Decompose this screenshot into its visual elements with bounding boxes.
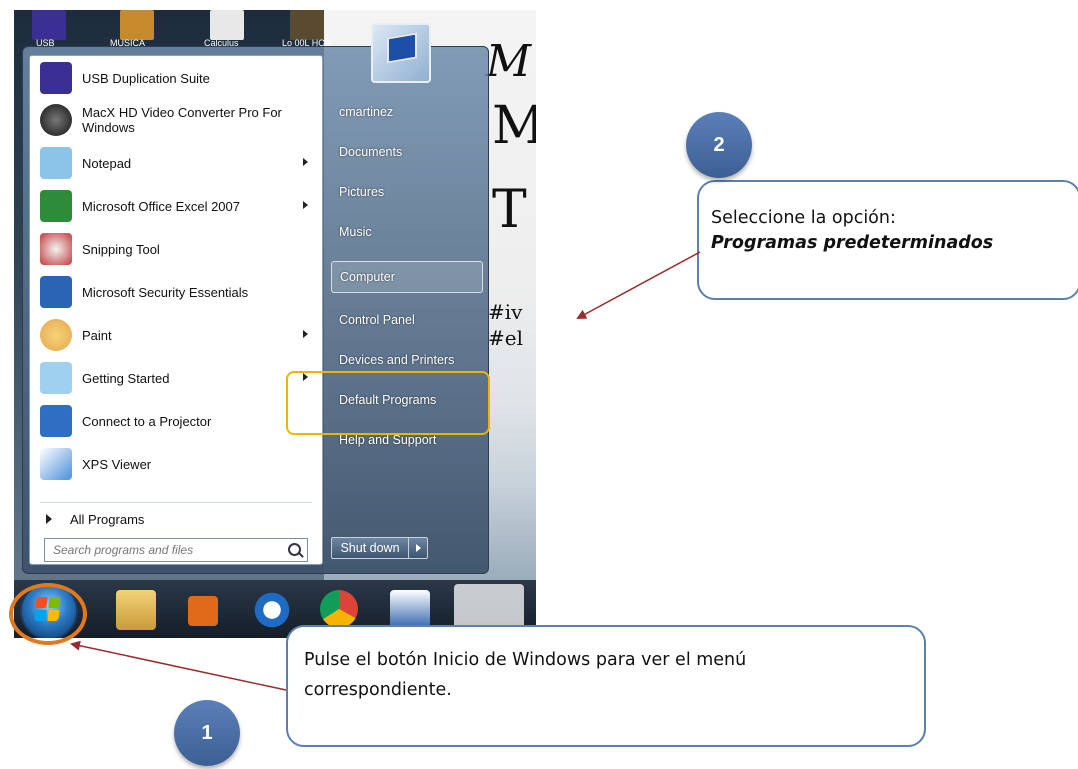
desktop-icons: USB MUSICA Calculus Lo 00L HOB [14, 10, 394, 50]
program-label: MacX HD Video Converter Pro For Windows [82, 105, 282, 135]
start-button-highlight [9, 583, 87, 645]
wallpaper-glyph: M [492, 96, 536, 156]
paint-icon [40, 319, 72, 351]
link-control-panel[interactable]: Control Panel [331, 305, 481, 335]
programs-pane: USB Duplication Suite MacX HD Video Conv… [29, 55, 323, 565]
all-programs-button[interactable]: All Programs [40, 506, 310, 532]
instruction-line: Pulse el botón Inicio de Windows para ve… [304, 650, 747, 670]
usb-duplication-icon [40, 62, 72, 94]
windows-screenshot: M M T #iv #el USB MUSICA Calculus Lo 00L… [14, 10, 536, 638]
user-picture[interactable] [371, 23, 431, 83]
scissors-icon [40, 233, 72, 265]
instruction-emphasis: Programas predeterminados [711, 233, 994, 253]
program-label: Paint [82, 327, 112, 343]
wallpaper-glyph: T [492, 180, 527, 240]
start-menu: USB Duplication Suite MacX HD Video Conv… [22, 23, 489, 574]
program-label: Microsoft Security Essentials [82, 284, 249, 300]
default-programs-highlight [286, 371, 490, 435]
link-label: Computer [340, 270, 395, 284]
arrow-to-default-programs [576, 251, 701, 319]
wallpaper-glyph: #el [488, 326, 523, 350]
submenu-arrow-icon[interactable] [303, 201, 308, 209]
program-label: USB Duplication Suite [82, 70, 210, 86]
chrome-taskbar-icon[interactable] [320, 590, 358, 628]
program-notepad[interactable]: Notepad [34, 143, 316, 183]
callout-text: Seleccione la opción: Programas predeter… [711, 206, 1071, 256]
media-player-taskbar-icon[interactable] [188, 596, 218, 626]
link-computer[interactable]: Computer [331, 261, 483, 293]
excel-icon [40, 190, 72, 222]
step-2-badge: 2 [686, 112, 752, 178]
arrow-to-start-button [70, 640, 287, 691]
link-user-folder[interactable]: cmartinez [331, 97, 481, 127]
step-1-badge: 1 [174, 700, 240, 766]
wallpaper-glyph: M [486, 36, 532, 87]
link-label: Devices and Printers [339, 353, 455, 367]
xps-viewer-icon [40, 448, 72, 480]
shutdown-button[interactable]: Shut down [331, 537, 409, 559]
program-connect-projector[interactable]: Connect to a Projector [34, 401, 316, 441]
instruction-text: Seleccione la opción: [711, 208, 896, 228]
submenu-arrow-icon[interactable] [303, 158, 308, 166]
program-excel-2007[interactable]: Microsoft Office Excel 2007 [34, 186, 316, 226]
video-desktop-icon[interactable] [290, 10, 324, 40]
link-label: Control Panel [339, 313, 415, 327]
program-label: XPS Viewer [82, 456, 152, 472]
all-programs-arrow-icon [46, 514, 52, 524]
link-label: Music [339, 225, 372, 239]
link-documents[interactable]: Documents [331, 137, 481, 167]
instruction-line: correspondiente. [304, 680, 452, 700]
program-security-essentials[interactable]: Microsoft Security Essentials [34, 272, 316, 312]
submenu-arrow-icon[interactable] [303, 330, 308, 338]
getting-started-icon [40, 362, 72, 394]
callout-step-2: Seleccione la opción: Programas predeter… [697, 180, 1078, 300]
internet-explorer-taskbar-icon[interactable] [252, 590, 292, 630]
link-label: cmartinez [339, 105, 394, 119]
search-box[interactable] [44, 538, 308, 562]
all-programs-label: All Programs [70, 511, 145, 527]
notepad-icon [40, 147, 72, 179]
explorer-taskbar-icon[interactable] [116, 590, 156, 630]
program-getting-started[interactable]: Getting Started [34, 358, 316, 398]
program-label: Notepad [82, 155, 132, 171]
program-label: Snipping Tool [82, 241, 160, 257]
program-label: Getting Started [82, 370, 170, 386]
music-folder-icon[interactable] [120, 10, 154, 40]
callout-text: Pulse el botón Inicio de Windows para ve… [304, 645, 904, 705]
link-pictures[interactable]: Pictures [331, 177, 481, 207]
word-taskbar-icon[interactable] [390, 590, 430, 630]
program-label: Connect to a Projector [82, 413, 212, 429]
monitor-icon [387, 32, 417, 64]
right-pane: cmartinez Documents Pictures Music Compu… [323, 23, 483, 573]
program-label: Microsoft Office Excel 2007 [82, 198, 240, 214]
shutdown-options-arrow-icon[interactable] [409, 537, 428, 559]
wallpaper-glyph: #iv [488, 300, 523, 324]
security-essentials-icon [40, 276, 72, 308]
callout-step-1: Pulse el botón Inicio de Windows para ve… [286, 625, 926, 747]
shutdown-group: Shut down [331, 537, 431, 559]
link-label: Help and Support [339, 433, 437, 447]
link-label: Pictures [339, 185, 385, 199]
projector-icon [40, 405, 72, 437]
search-icon[interactable] [288, 543, 301, 556]
usb-desktop-icon[interactable] [32, 10, 66, 40]
document-desktop-icon[interactable] [210, 10, 244, 40]
program-snipping-tool[interactable]: Snipping Tool [34, 229, 316, 269]
program-xps-viewer[interactable]: XPS Viewer [34, 444, 316, 484]
divider [40, 502, 312, 503]
program-paint[interactable]: Paint [34, 315, 316, 355]
program-macx-video-converter[interactable]: MacX HD Video Converter Pro For Windows [34, 100, 316, 140]
link-label: Documents [339, 145, 403, 159]
program-usb-duplication-suite[interactable]: USB Duplication Suite [34, 58, 316, 98]
video-converter-icon [40, 104, 72, 136]
search-input[interactable] [51, 542, 275, 558]
link-music[interactable]: Music [331, 217, 481, 247]
